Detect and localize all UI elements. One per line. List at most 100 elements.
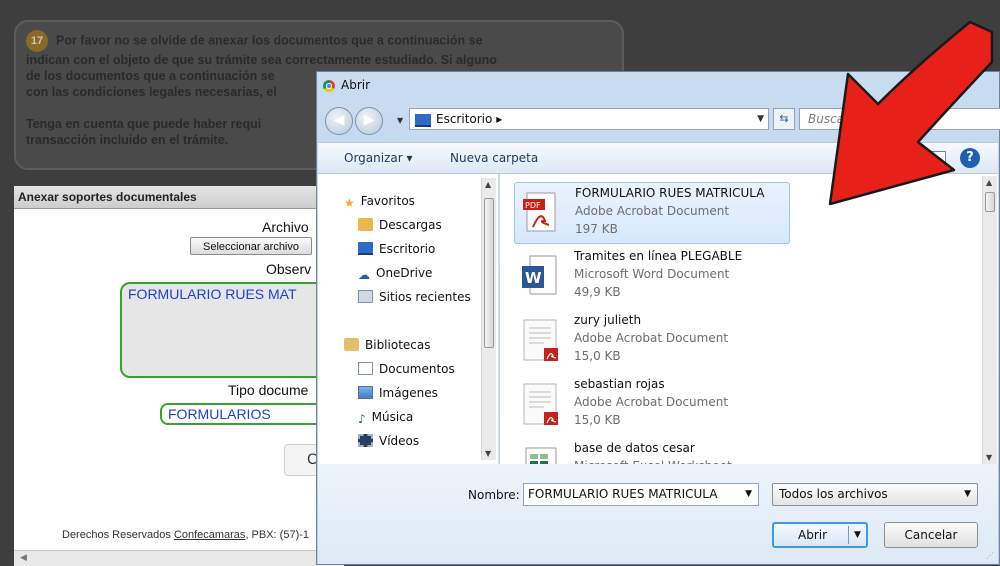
word-icon: W bbox=[522, 255, 557, 295]
address-text: Escritorio bbox=[436, 112, 493, 126]
footer: Derechos Reservados Confecamaras, PBX: (… bbox=[62, 529, 309, 541]
file-name: base de datos cesar bbox=[574, 441, 695, 455]
file-item-base-datos[interactable]: base de datos cesar Microsoft Excel Work… bbox=[514, 438, 790, 464]
filename-input[interactable]: FORMULARIO RUES MATRICULA ▼ bbox=[523, 483, 759, 506]
nav-onedrive-label: OneDrive bbox=[376, 266, 433, 280]
forward-button[interactable]: ▶ bbox=[355, 107, 383, 135]
file-size: 49,9 KB bbox=[574, 285, 621, 299]
scroll-up-icon[interactable]: ▲ bbox=[485, 180, 491, 189]
notice-line-5: Tenga en cuenta que puede haber requi bbox=[26, 117, 262, 131]
file-type: Microsoft Word Document bbox=[574, 267, 730, 281]
pdf-thumb-icon bbox=[523, 319, 558, 361]
scroll-down-icon[interactable]: ▼ bbox=[485, 449, 491, 458]
nav-scrollbar[interactable]: ▲ ▼ bbox=[481, 178, 496, 460]
nav-scrollbar-thumb[interactable] bbox=[484, 198, 494, 348]
refresh-button[interactable]: ⇆ bbox=[773, 108, 795, 130]
pdf-icon: PDF bbox=[523, 192, 556, 232]
nav-favorites[interactable]: ★ Favoritos bbox=[344, 192, 415, 210]
nav-onedrive[interactable]: ☁ OneDrive bbox=[358, 264, 432, 282]
file-size: 15,0 KB bbox=[574, 413, 621, 427]
file-type: Adobe Acrobat Document bbox=[574, 395, 729, 409]
filename-label: Nombre: bbox=[468, 488, 520, 502]
file-name: FORMULARIO RUES MATRICULA bbox=[575, 186, 765, 200]
nav-videos[interactable]: Vídeos bbox=[358, 432, 419, 450]
downloads-folder-icon bbox=[358, 218, 373, 231]
address-bar[interactable]: Escritorio ▸ ▼ bbox=[409, 108, 769, 130]
panel-title: Anexar soportes documentales bbox=[14, 186, 344, 209]
music-note-icon: ♪ bbox=[358, 412, 366, 426]
file-list-scrollbar[interactable]: ▲ ▼ bbox=[982, 176, 997, 464]
nav-libraries-label: Bibliotecas bbox=[365, 338, 431, 352]
address-dropdown-icon[interactable]: ▼ bbox=[757, 109, 764, 129]
open-button-label: Abrir bbox=[798, 528, 828, 542]
file-size: 197 KB bbox=[575, 222, 618, 236]
notice-line-1: Por favor no se olvide de anexar los doc… bbox=[56, 33, 483, 48]
open-button-separator bbox=[848, 526, 849, 544]
resize-grip-icon[interactable]: ⋰ bbox=[986, 551, 994, 560]
documents-icon bbox=[358, 362, 373, 375]
cancel-button[interactable]: Cancelar bbox=[884, 522, 978, 548]
nav-recent-label: Sitios recientes bbox=[379, 290, 471, 304]
back-button[interactable]: ◀ bbox=[325, 107, 353, 135]
open-options-dropdown-icon[interactable]: ▼ bbox=[854, 524, 861, 546]
cloud-icon: ☁ bbox=[358, 268, 370, 282]
nav-downloads-label: Descargas bbox=[379, 218, 442, 232]
filename-dropdown-icon[interactable]: ▼ bbox=[745, 484, 752, 505]
desktop-icon bbox=[358, 242, 373, 255]
address-separator[interactable]: ▸ bbox=[496, 112, 502, 126]
chrome-app-icon bbox=[323, 80, 335, 92]
nav-desktop-label: Escritorio bbox=[379, 242, 436, 256]
file-name: sebastian rojas bbox=[574, 377, 665, 391]
nav-documents-label: Documentos bbox=[379, 362, 455, 376]
dialog-bottom-bar: Nombre: FORMULARIO RUES MATRICULA ▼ Todo… bbox=[318, 464, 998, 564]
file-list: PDF FORMULARIO RUES MATRICULA Adobe Acro… bbox=[500, 174, 998, 464]
file-item-zury[interactable]: zury julieth Adobe Acrobat Document 15,0… bbox=[514, 310, 790, 372]
filter-value: Todos los archivos bbox=[779, 487, 888, 501]
file-item-formulario[interactable]: PDF FORMULARIO RUES MATRICULA Adobe Acro… bbox=[514, 182, 790, 244]
open-button[interactable]: Abrir ▼ bbox=[772, 522, 868, 548]
scroll-down-icon[interactable]: ▼ bbox=[986, 453, 992, 462]
step-number-badge: 17 bbox=[26, 30, 48, 52]
new-folder-button[interactable]: Nueva carpeta bbox=[450, 151, 538, 165]
select-file-button[interactable]: Seleccionar archivo bbox=[190, 237, 312, 255]
nav-images-label: Imágenes bbox=[379, 386, 438, 400]
red-annotation-arrow-icon bbox=[828, 20, 994, 206]
file-type-filter[interactable]: Todos los archivos ▼ bbox=[772, 483, 978, 506]
file-item-sebastian[interactable]: sebastian rojas Adobe Acrobat Document 1… bbox=[514, 374, 790, 436]
file-size: 15,0 KB bbox=[574, 349, 621, 363]
horizontal-scrollbar[interactable]: ◀ bbox=[14, 550, 344, 566]
nav-libraries[interactable]: Bibliotecas bbox=[344, 336, 430, 354]
nav-downloads[interactable]: Descargas bbox=[358, 216, 442, 234]
pdf-thumb-icon bbox=[523, 383, 558, 425]
organize-menu[interactable]: Organizar ▾ bbox=[344, 151, 413, 165]
videos-icon bbox=[358, 434, 373, 447]
scroll-left-icon[interactable]: ◀ bbox=[20, 553, 27, 563]
footer-text: Derechos Reservados bbox=[62, 529, 174, 541]
libraries-icon bbox=[344, 338, 359, 351]
footer-rest: , PBX: (57)-1 bbox=[245, 529, 310, 541]
file-type: Adobe Acrobat Document bbox=[575, 204, 730, 218]
footer-link[interactable]: Confecamaras bbox=[174, 529, 246, 541]
tipo-documento-label: Tipo docume bbox=[228, 382, 309, 398]
excel-icon bbox=[525, 447, 557, 464]
images-icon bbox=[358, 386, 373, 399]
filter-dropdown-icon[interactable]: ▼ bbox=[964, 484, 971, 505]
archivo-label: Archivo bbox=[262, 219, 309, 235]
nav-documents[interactable]: Documentos bbox=[358, 360, 455, 378]
recent-places-icon bbox=[358, 290, 373, 303]
file-item-tramites[interactable]: W Tramites en línea PLEGABLE Microsoft W… bbox=[514, 246, 790, 308]
nav-images[interactable]: Imágenes bbox=[358, 384, 438, 402]
svg-text:PDF: PDF bbox=[525, 201, 541, 210]
star-icon: ★ bbox=[344, 196, 355, 210]
nav-videos-label: Vídeos bbox=[379, 434, 420, 448]
nav-desktop[interactable]: Escritorio bbox=[358, 240, 435, 258]
notice-line-3: de los documentos que a continuación se bbox=[26, 69, 275, 83]
file-name: Tramites en línea PLEGABLE bbox=[574, 249, 743, 263]
nav-music-label: Música bbox=[371, 410, 414, 424]
nav-recent[interactable]: Sitios recientes bbox=[358, 288, 471, 306]
dialog-title: Abrir bbox=[341, 78, 371, 92]
navigation-pane: ★ Favoritos Descargas Escritorio ☁ OneDriv… bbox=[318, 174, 499, 464]
notice-line-2: indican con el objeto de que su trámite … bbox=[26, 53, 497, 67]
recent-locations-dropdown[interactable]: ▼ bbox=[397, 116, 403, 125]
nav-music[interactable]: ♪ Música bbox=[358, 408, 413, 426]
